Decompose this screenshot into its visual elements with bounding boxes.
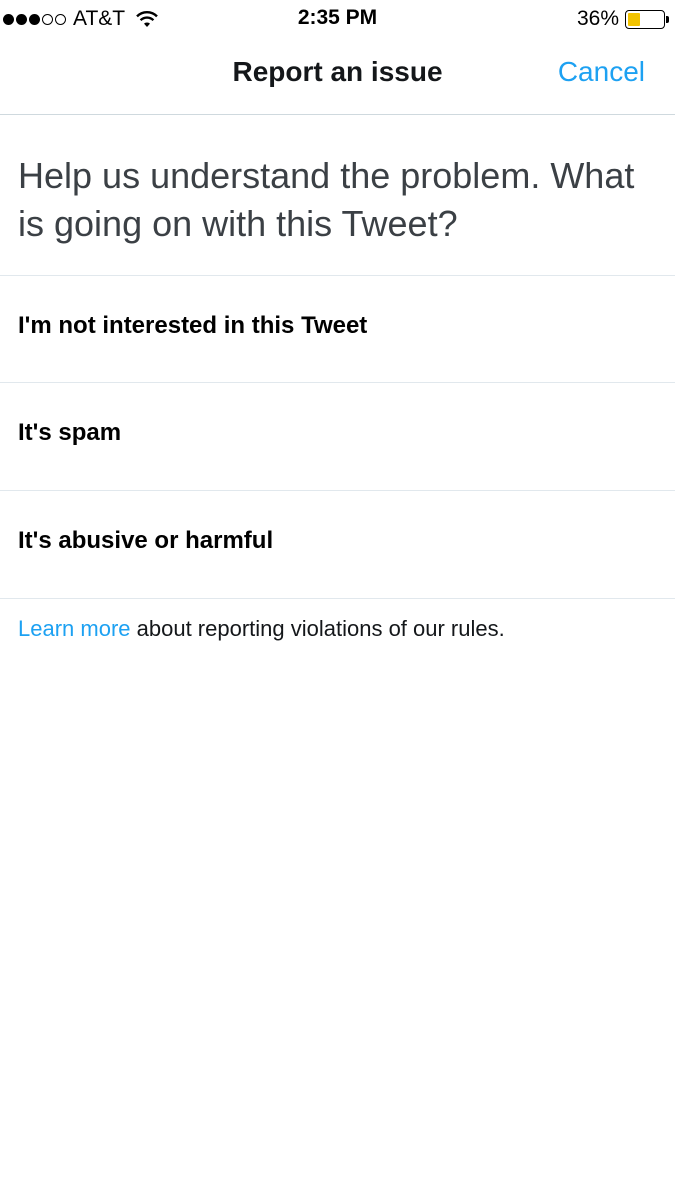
status-bar: AT&T 2:35 PM 36% bbox=[0, 0, 675, 38]
footer-text: about reporting violations of our rules. bbox=[130, 616, 505, 641]
divider bbox=[0, 598, 675, 599]
status-right: 36% bbox=[576, 6, 669, 32]
option-not-interested[interactable]: I'm not interested in this Tweet bbox=[0, 276, 675, 382]
option-label: I'm not interested in this Tweet bbox=[18, 312, 368, 339]
option-spam[interactable]: It's spam bbox=[0, 383, 675, 489]
battery-fill bbox=[628, 12, 641, 26]
battery-icon bbox=[625, 9, 669, 29]
cancel-button[interactable]: Cancel bbox=[558, 56, 645, 88]
option-abusive[interactable]: It's abusive or harmful bbox=[0, 491, 675, 597]
battery-nub bbox=[666, 15, 669, 23]
battery-percent: 36% bbox=[576, 7, 619, 30]
option-label: It's abusive or harmful bbox=[18, 527, 274, 554]
report-prompt: Help us understand the problem. What is … bbox=[18, 155, 635, 244]
learn-more-link[interactable]: Learn more bbox=[18, 616, 131, 641]
option-label: It's spam bbox=[18, 419, 122, 446]
footer-note: Learn more about reporting violations of… bbox=[18, 616, 505, 642]
nav-bar: Report an issue Cancel bbox=[0, 38, 675, 115]
status-time: 2:35 PM bbox=[297, 6, 378, 29]
